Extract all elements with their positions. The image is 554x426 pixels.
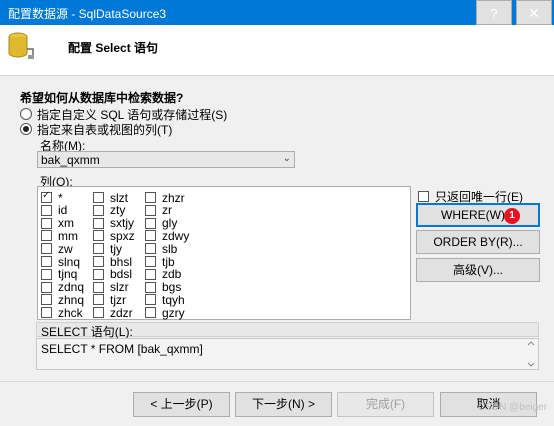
retrieval-prompt: 希望如何从数据库中检索数据?	[20, 91, 184, 105]
column-item[interactable]: gzry	[145, 305, 185, 320]
column-item[interactable]: tqyh	[145, 293, 185, 307]
column-item[interactable]: xm	[41, 216, 74, 230]
column-checkbox[interactable]	[93, 268, 104, 280]
column-item[interactable]: tjy	[93, 242, 122, 256]
footer-divider	[0, 381, 554, 382]
column-checkbox[interactable]	[41, 281, 52, 293]
column-item[interactable]: mm	[41, 229, 78, 243]
where-button[interactable]: WHERE(W)...	[416, 203, 540, 227]
column-checkbox[interactable]	[41, 294, 52, 306]
column-checkbox[interactable]	[93, 281, 104, 293]
finish-button[interactable]: 完成(F)	[337, 392, 434, 417]
column-item[interactable]: slb	[145, 242, 177, 256]
column-item[interactable]: slnq	[41, 255, 80, 269]
title-bar: 配置数据源 - SqlDataSource3 ? ✕	[0, 0, 554, 25]
table-select-value: bak_qxmm	[41, 153, 100, 167]
table-columns-label: 指定来自表或视图的列(T)	[37, 122, 173, 137]
column-checkbox[interactable]	[145, 217, 156, 229]
column-item[interactable]: zhzr	[145, 191, 185, 205]
column-checkbox[interactable]	[145, 230, 156, 242]
column-checkbox[interactable]	[93, 230, 104, 242]
watermark: CSDN @beiger	[478, 402, 548, 413]
chevron-down-icon: ⌄	[282, 153, 291, 164]
column-checkbox[interactable]	[41, 243, 52, 255]
column-checkbox[interactable]	[41, 190, 52, 203]
table-select[interactable]: bak_qxmm ⌄	[37, 151, 295, 168]
column-item[interactable]: slzt	[93, 191, 128, 205]
close-button[interactable]: ✕	[516, 0, 552, 25]
column-item[interactable]: zw	[41, 242, 73, 256]
column-label: gzry	[162, 305, 185, 320]
scrollbar[interactable]	[524, 339, 538, 369]
dialog-window: 配置数据源 - SqlDataSource3 ? ✕ 配置 Select 语句 …	[0, 0, 554, 426]
previous-button[interactable]: < 上一步(P)	[133, 392, 230, 417]
custom-sql-option[interactable]: 指定自定义 SQL 语句或存储过程(S)	[20, 107, 227, 122]
column-checkbox[interactable]	[41, 217, 52, 229]
column-checkbox[interactable]	[41, 204, 52, 216]
column-checkbox[interactable]	[41, 307, 52, 319]
column-item[interactable]: zr	[145, 203, 172, 217]
column-item[interactable]: bhsl	[93, 255, 132, 269]
database-icon	[8, 32, 34, 59]
column-item[interactable]: zdb	[145, 267, 181, 281]
page-title: 配置 Select 语句	[68, 41, 159, 55]
advanced-button[interactable]: 高级(V)...	[416, 258, 540, 282]
column-checkbox[interactable]	[93, 217, 104, 229]
order-by-button[interactable]: ORDER BY(R)...	[416, 230, 540, 254]
table-columns-radio[interactable]	[20, 123, 32, 135]
column-checkbox[interactable]	[41, 268, 52, 280]
column-checkbox[interactable]	[145, 294, 156, 306]
sql-statement-text: SELECT * FROM [bak_qxmm]	[41, 342, 203, 356]
wizard-header: 配置 Select 语句	[0, 25, 554, 76]
column-item[interactable]: tjb	[145, 255, 175, 269]
column-item[interactable]: gly	[145, 216, 177, 230]
sql-statement-label: SELECT 语句(L):	[36, 322, 539, 339]
column-checkbox[interactable]	[93, 243, 104, 255]
column-checkbox[interactable]	[93, 256, 104, 267]
column-checkbox[interactable]	[145, 192, 156, 203]
custom-sql-radio[interactable]	[20, 108, 32, 120]
column-item[interactable]: zdnq	[41, 280, 84, 294]
step-badge: 1	[504, 208, 520, 224]
column-checkbox[interactable]	[145, 243, 156, 255]
column-item[interactable]: bgs	[145, 280, 181, 294]
column-item[interactable]: spxz	[93, 229, 135, 243]
column-label: zhck	[58, 305, 83, 320]
next-button[interactable]: 下一步(N) >	[235, 392, 332, 417]
column-item[interactable]: zdzr	[93, 305, 133, 320]
column-item[interactable]: zdwy	[145, 229, 189, 243]
column-checkbox[interactable]	[145, 268, 156, 280]
unique-rows-checkbox[interactable]	[418, 191, 429, 202]
column-item[interactable]: tjnq	[41, 267, 77, 281]
column-item[interactable]: zhnq	[41, 293, 84, 307]
column-checkbox[interactable]	[145, 281, 156, 293]
column-checkbox[interactable]	[93, 192, 104, 203]
window-title: 配置数据源 - SqlDataSource3	[8, 7, 167, 21]
columns-list: *idxmmmzwslnqtjnqzdnqzhnqzhck slztztysxtj…	[37, 186, 411, 320]
column-checkbox[interactable]	[93, 294, 104, 306]
sql-statement-box[interactable]: SELECT * FROM [bak_qxmm]	[36, 338, 539, 370]
column-item[interactable]: zhck	[41, 305, 83, 320]
column-item[interactable]: slzr	[93, 280, 129, 294]
column-label: zdzr	[110, 305, 133, 320]
column-checkbox[interactable]	[145, 204, 156, 216]
column-item[interactable]: bdsl	[93, 267, 132, 281]
column-item[interactable]: tjzr	[93, 293, 126, 307]
column-item[interactable]: zty	[93, 203, 125, 217]
column-item[interactable]: sxtjy	[93, 216, 134, 230]
column-item[interactable]: id	[41, 203, 67, 217]
column-checkbox[interactable]	[93, 204, 104, 216]
column-checkbox[interactable]	[41, 230, 52, 242]
column-checkbox[interactable]	[145, 256, 156, 267]
column-item[interactable]: *	[41, 190, 63, 205]
help-button[interactable]: ?	[476, 0, 512, 25]
table-columns-option[interactable]: 指定来自表或视图的列(T)	[20, 122, 173, 137]
column-checkbox[interactable]	[145, 307, 156, 319]
column-checkbox[interactable]	[41, 256, 52, 267]
column-checkbox[interactable]	[93, 307, 104, 319]
